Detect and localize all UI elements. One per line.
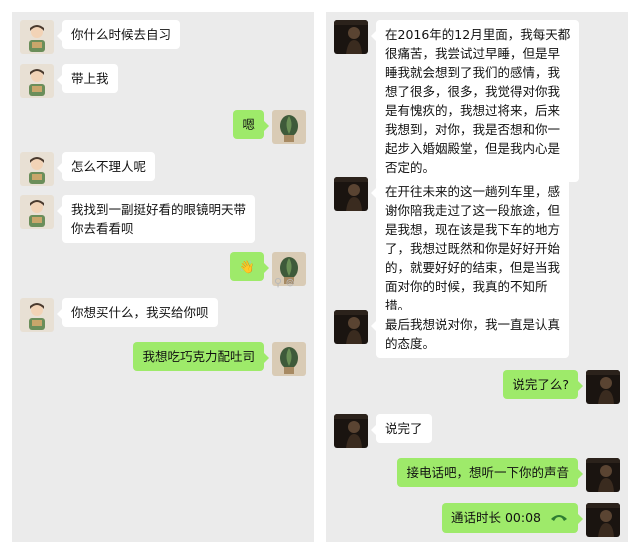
left-chat-panel: 你什么时候去自习 带上我嗯怎么不理人呢我找到一副挺好看的眼镜明天带 你去看看呗 👋 你… (12, 12, 314, 542)
message-text: 你想买什么，我买给你呗 (71, 305, 209, 320)
message-text: 你什么时候去自习 (71, 27, 172, 42)
message-bubble[interactable]: 最后我想说对你，我一直是认真 的态度。 (370, 310, 570, 358)
outgoing-message: 通话时长 00:08 (442, 503, 620, 537)
boy-icon (20, 20, 54, 54)
message-text: 我找到一副挺好看的眼镜明天带 你去看看呗 (71, 202, 247, 236)
plant-icon (272, 342, 306, 376)
message-bubble[interactable]: 我找到一副挺好看的眼镜明天带 你去看看呗 (56, 195, 256, 243)
message-bubble[interactable]: 你想买什么，我买给你呗 (57, 298, 218, 327)
incoming-message: 带上我 (20, 64, 118, 98)
message-text: 怎么不理人呢 (71, 159, 147, 174)
avatar[interactable] (586, 503, 620, 537)
dark-portrait-icon (334, 310, 368, 344)
message-bubble[interactable]: 嗯 (233, 110, 269, 139)
message-bubble[interactable]: 怎么不理人呢 (56, 152, 156, 181)
boy-icon (20, 64, 54, 98)
avatar[interactable] (272, 110, 306, 144)
message-bubble[interactable]: 说完了么? (503, 370, 583, 399)
dark-portrait-icon (334, 177, 368, 211)
message-bubble[interactable]: 通话时长 00:08 (442, 503, 583, 533)
incoming-message: 在开往未来的这一趟列车里，感 谢你陪我走过了这一段旅途，但 是我想，现在该是我下… (334, 177, 570, 320)
message-text: 在2016年的12月里面，我每天都 很痛苦，我尝试过早睡，但是早 睡我就会想到了… (385, 27, 571, 175)
avatar[interactable] (334, 20, 368, 54)
incoming-message: 最后我想说对你，我一直是认真 的态度。 (334, 310, 570, 358)
dark-portrait-icon (586, 503, 620, 537)
message-text: 我想吃巧克力配吐司 (142, 349, 255, 364)
message-bubble[interactable]: 带上我 (57, 64, 118, 93)
message-bubble[interactable]: 在2016年的12月里面，我每天都 很痛苦，我尝试过早睡，但是早 睡我就会想到了… (370, 20, 580, 182)
avatar[interactable] (20, 298, 54, 332)
incoming-message: 怎么不理人呢 (20, 152, 156, 186)
message-bubble[interactable]: 我想吃巧克力配吐司 (133, 342, 269, 371)
message-text: 👋 (239, 259, 255, 274)
plant-icon (272, 110, 306, 144)
incoming-message: 你什么时候去自习 (20, 20, 181, 54)
avatar[interactable] (20, 64, 54, 98)
message-text: 嗯 (242, 117, 255, 132)
message-text: 说完了 (385, 421, 423, 436)
outgoing-message: 我想吃巧克力配吐司 (133, 342, 306, 376)
dark-portrait-icon (586, 458, 620, 492)
message-text: 接电话吧，想听一下你的声音 (406, 465, 569, 480)
incoming-message: 在2016年的12月里面，我每天都 很痛苦，我尝试过早睡，但是早 睡我就会想到了… (334, 20, 580, 182)
message-bubble[interactable]: 你什么时候去自习 (56, 20, 181, 49)
message-bubble[interactable]: 👋 (230, 252, 269, 281)
incoming-message: 你想买什么，我买给你呗 (20, 298, 218, 332)
call-icon (549, 509, 569, 528)
watermark-icons: ⚲ ⊚ (274, 276, 295, 289)
avatar[interactable] (586, 370, 620, 404)
message-text: 通话时长 00:08 (451, 510, 541, 525)
boy-icon (20, 298, 54, 332)
avatar[interactable] (20, 195, 54, 229)
avatar[interactable] (20, 20, 54, 54)
boy-icon (20, 152, 54, 186)
dark-portrait-icon (334, 414, 368, 448)
message-text: 带上我 (71, 71, 109, 86)
avatar[interactable] (20, 152, 54, 186)
avatar[interactable] (272, 342, 306, 376)
dark-portrait-icon (586, 370, 620, 404)
avatar[interactable] (586, 458, 620, 492)
message-text: 说完了么? (512, 377, 569, 392)
avatar[interactable] (334, 414, 368, 448)
avatar[interactable] (334, 177, 368, 211)
avatar[interactable] (334, 310, 368, 344)
message-text: 最后我想说对你，我一直是认真 的态度。 (385, 317, 561, 351)
boy-icon (20, 195, 54, 229)
outgoing-message: 嗯 (233, 110, 306, 144)
message-bubble[interactable]: 在开往未来的这一趟列车里，感 谢你陪我走过了这一段旅途，但 是我想，现在该是我下… (370, 177, 570, 320)
dark-portrait-icon (334, 20, 368, 54)
incoming-message: 说完了 (334, 414, 432, 448)
right-chat-panel: 在2016年的12月里面，我每天都 很痛苦，我尝试过早睡，但是早 睡我就会想到了… (326, 12, 628, 542)
message-bubble[interactable]: 说完了 (371, 414, 432, 443)
outgoing-message: 说完了么? (503, 370, 620, 404)
outgoing-message: 接电话吧，想听一下你的声音 (397, 458, 620, 492)
message-text: 在开往未来的这一趟列车里，感 谢你陪我走过了这一段旅途，但 是我想，现在该是我下… (385, 184, 561, 313)
incoming-message: 我找到一副挺好看的眼镜明天带 你去看看呗 (20, 195, 256, 243)
message-bubble[interactable]: 接电话吧，想听一下你的声音 (397, 458, 583, 487)
